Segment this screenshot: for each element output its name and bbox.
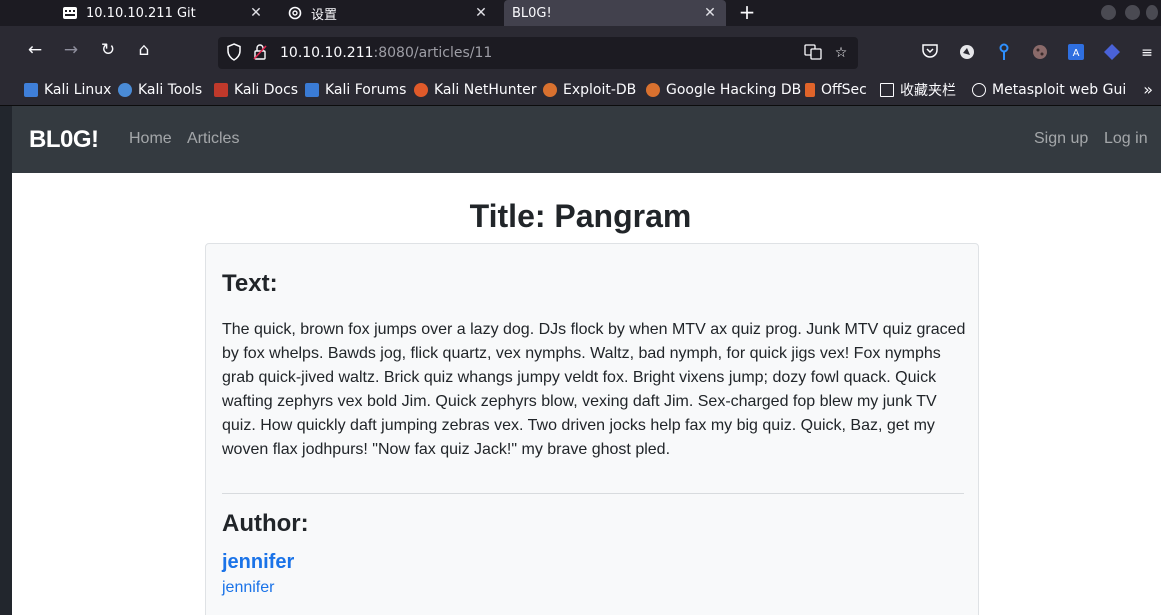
article-body: The quick, brown fox jumps over a lazy d… xyxy=(222,321,966,458)
kali-dragon-icon xyxy=(24,83,38,97)
bookmark-label: Kali Linux xyxy=(44,82,112,98)
bookmark-label: 收藏夹栏 xyxy=(900,83,956,99)
page-title: Title: Pangram xyxy=(469,198,692,234)
new-tab-button[interactable]: + xyxy=(736,2,758,24)
article-page: Title: Pangram Text: The quick, brown fo… xyxy=(12,173,1161,615)
ghdb-icon xyxy=(646,83,660,97)
author-name-link[interactable]: jennifer xyxy=(222,551,294,574)
wappalyzer-extension-icon[interactable] xyxy=(1102,43,1122,63)
bookmark-label: Kali Tools xyxy=(138,82,203,98)
bookmark-folder[interactable]: 收藏夹栏 xyxy=(880,81,956,99)
article-card: Text: The quick, brown fox jumps over a … xyxy=(205,243,979,615)
tab-title: 设置 xyxy=(311,7,338,23)
site-brand[interactable]: BL0G! xyxy=(29,126,99,154)
bookmark-label: Kali Forums xyxy=(325,82,407,98)
home-icon[interactable]: ⌂ xyxy=(133,39,155,61)
kali-docs-icon xyxy=(214,83,228,97)
translate-icon[interactable] xyxy=(803,43,823,63)
address-bar[interactable]: 10.10.10.211:8080/articles/11 ☆ xyxy=(218,37,858,69)
url-path: :8080/articles/11 xyxy=(373,45,493,61)
translator-extension-icon[interactable]: A xyxy=(1066,43,1086,63)
close-tab-icon[interactable]: ✕ xyxy=(248,5,264,21)
bookmark-kali-nethunter[interactable]: Kali NetHunter xyxy=(414,81,536,99)
nav-login-link[interactable]: Log in xyxy=(1104,130,1148,148)
bookmark-label: Metasploit web Gui xyxy=(992,82,1127,98)
bookmark-google-hacking-db[interactable]: Google Hacking DB xyxy=(646,81,801,99)
bookmark-label: Google Hacking DB xyxy=(666,82,802,98)
close-window-button[interactable] xyxy=(1146,5,1158,20)
kali-tools-icon xyxy=(118,83,132,97)
cookie-extension-icon[interactable] xyxy=(1030,43,1050,63)
site-navbar: BL0G! Home Articles Sign up Log in xyxy=(12,106,1161,173)
bookmark-label: Kali NetHunter xyxy=(434,82,537,98)
exploit-db-icon xyxy=(543,83,557,97)
gear-icon xyxy=(287,5,303,21)
nav-home-link[interactable]: Home xyxy=(129,130,172,148)
tab-strip: 10.10.10.211 Git ✕ 设置 ✕ BL0G! ✕ + xyxy=(0,0,1161,26)
gitea-tab-icon xyxy=(62,5,78,21)
tab-blog[interactable]: BL0G! ✕ xyxy=(504,0,726,26)
minimize-button[interactable] xyxy=(1101,5,1116,20)
url-host: 10.10.10.211 xyxy=(280,45,374,61)
globe-icon xyxy=(972,83,986,97)
close-tab-icon[interactable]: ✕ xyxy=(473,5,489,21)
back-icon[interactable]: ← xyxy=(24,39,46,61)
nethunter-icon xyxy=(414,83,428,97)
divider xyxy=(222,493,964,494)
bookmark-offsec[interactable]: OffSec xyxy=(805,81,867,99)
tab-title: 10.10.10.211 Git xyxy=(86,5,196,21)
bookmark-kali-linux[interactable]: Kali Linux xyxy=(24,81,111,99)
bookmark-kali-docs[interactable]: Kali Docs xyxy=(214,81,298,99)
bookmark-exploit-db[interactable]: Exploit-DB xyxy=(543,81,636,99)
tab-git[interactable]: 10.10.10.211 Git ✕ xyxy=(62,0,272,26)
text-heading: Text: xyxy=(222,270,278,297)
menu-icon[interactable]: ≡ xyxy=(1137,43,1157,63)
nav-articles-link[interactable]: Articles xyxy=(187,130,239,148)
insecure-lock-icon[interactable] xyxy=(250,43,270,63)
svg-text:A: A xyxy=(1073,48,1080,59)
kali-forums-icon xyxy=(305,83,319,97)
tab-title: BL0G! xyxy=(512,5,552,21)
folder-icon xyxy=(880,83,894,97)
bookmark-label: OffSec xyxy=(821,82,867,98)
reload-icon[interactable]: ↻ xyxy=(97,39,119,61)
maximize-button[interactable] xyxy=(1125,5,1140,20)
tab-settings[interactable]: 设置 ✕ xyxy=(287,0,497,26)
location-extension-icon[interactable] xyxy=(994,43,1014,63)
close-tab-icon[interactable]: ✕ xyxy=(702,5,718,21)
shield-icon[interactable] xyxy=(224,43,244,63)
bookmark-kali-tools[interactable]: Kali Tools xyxy=(118,81,202,99)
forward-icon[interactable]: → xyxy=(60,39,82,61)
pocket-icon[interactable] xyxy=(920,43,940,63)
browser-window: 10.10.10.211 Git ✕ 设置 ✕ BL0G! ✕ + ← → ↻ … xyxy=(0,0,1161,615)
more-bookmarks-icon[interactable]: » xyxy=(1143,80,1153,99)
bookmarks-toolbar: Kali Linux Kali Tools Kali Docs Kali For… xyxy=(0,74,1161,106)
url-text[interactable]: 10.10.10.211:8080/articles/11 xyxy=(280,45,492,61)
ghostery-extension-icon[interactable] xyxy=(957,43,977,63)
author-heading: Author: xyxy=(222,510,309,537)
bookmark-metasploit[interactable]: Metasploit web Gui xyxy=(972,81,1126,99)
navigation-toolbar: ← → ↻ ⌂ 10.10.10.211:8080/articles/11 ☆ xyxy=(0,26,1161,74)
bookmark-kali-forums[interactable]: Kali Forums xyxy=(305,81,406,99)
offsec-icon xyxy=(805,83,815,97)
bookmark-label: Kali Docs xyxy=(234,82,299,98)
author-profile-link[interactable]: jennifer xyxy=(222,579,274,597)
screen: 10.10.10.211 Git ✕ 设置 ✕ BL0G! ✕ + ← → ↻ … xyxy=(0,0,1161,615)
bookmark-star-icon[interactable]: ☆ xyxy=(831,43,851,63)
nav-signup-link[interactable]: Sign up xyxy=(1034,130,1088,148)
bookmark-label: Exploit-DB xyxy=(563,82,637,98)
